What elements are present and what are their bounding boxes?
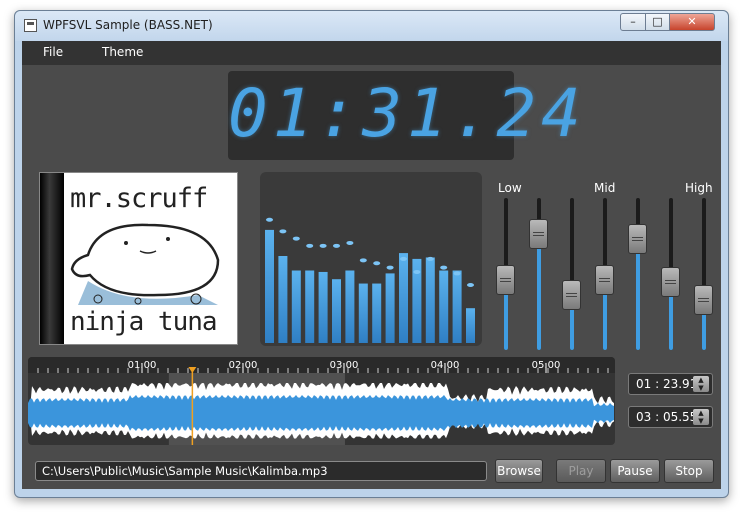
maximize-button[interactable]: □	[645, 13, 670, 31]
spectrum-peak	[400, 256, 407, 261]
spectrum-peak	[292, 236, 300, 241]
ruler-tick-label: 03:00	[330, 360, 359, 371]
whale-illustration	[70, 223, 220, 305]
spectrum-bar	[385, 273, 395, 343]
file-path-input[interactable]: C:\Users\Public\Music\Sample Music\Kalim…	[35, 461, 487, 481]
ruler-tick-label: 02:00	[229, 360, 258, 371]
current-time-field[interactable]: 01 : 23.91 ▲ ▼	[628, 373, 713, 395]
eq-slider-thumb[interactable]	[595, 265, 614, 296]
spectrum-bar	[318, 271, 328, 343]
spectrum-bar	[399, 253, 408, 343]
spectrum-peak	[467, 283, 474, 287]
spectrum-peak	[440, 265, 448, 270]
eq-slider-thumb[interactable]	[529, 219, 548, 250]
current-time-value: 01 : 23.91	[636, 377, 698, 391]
eq-label-low: Low	[498, 181, 522, 195]
album-cover-subtitle: ninja tuna	[70, 307, 218, 337]
spectrum-bar	[278, 256, 288, 343]
spectrum-peak	[266, 217, 273, 222]
spectrum-peak	[426, 256, 434, 261]
spectrum-bar	[466, 308, 475, 343]
eq-slider-thumb[interactable]	[628, 224, 647, 255]
eq-slider-track[interactable]	[702, 198, 706, 350]
waveform-timeline[interactable]: 01:00 02:00 03:00 04:00 05:00	[28, 357, 615, 445]
minimize-button[interactable]: –	[620, 13, 646, 31]
app-icon	[24, 19, 37, 32]
spectrum-bar	[425, 257, 435, 343]
eq-slider-fill	[636, 239, 640, 350]
spectrum-bar	[358, 283, 368, 343]
spectrum-analyzer	[260, 172, 482, 346]
spectrum-peak	[453, 271, 461, 276]
window-title: WPFSVL Sample (BASS.NET)	[43, 18, 213, 32]
close-button[interactable]: ✕	[669, 13, 715, 31]
total-time-spinner[interactable]: ▲ ▼	[693, 409, 709, 425]
ruler-tick-label: 01:00	[128, 360, 157, 371]
eq-label-mid: Mid	[594, 181, 616, 195]
eq-slider-fill	[537, 234, 541, 350]
total-time-value: 03 : 05.55	[636, 410, 698, 424]
spectrum-peak	[346, 240, 354, 245]
stop-button[interactable]: Stop	[664, 459, 714, 483]
play-button[interactable]: Play	[556, 459, 606, 483]
eq-slider-thumb[interactable]	[562, 280, 581, 311]
pause-button[interactable]: Pause	[610, 459, 660, 483]
spectrum-bar	[372, 283, 382, 343]
browse-button[interactable]: Browse	[495, 459, 543, 483]
menu-file[interactable]: File	[43, 45, 63, 59]
spectrum-bar	[291, 270, 301, 343]
spectrum-peak	[359, 258, 367, 263]
spectrum-bar	[439, 270, 449, 343]
spectrum-peak	[279, 229, 287, 234]
current-time-spinner[interactable]: ▲ ▼	[693, 376, 709, 392]
eq-slider-thumb[interactable]	[496, 265, 515, 296]
spectrum-peak	[319, 243, 327, 248]
digital-clock: 01:31.24	[228, 71, 586, 160]
ruler-tick-label: 05:00	[532, 360, 561, 371]
cd-case-spine	[40, 173, 64, 344]
timeline-ruler[interactable]	[28, 357, 615, 373]
spectrum-peak	[413, 269, 421, 274]
clock-display: 01:31.24	[228, 75, 586, 152]
client-area: File Theme 01:31.24 mr.scruff ninja tuna…	[22, 41, 721, 489]
spectrum-bar	[332, 279, 341, 343]
waveform[interactable]: 01:00 02:00 03:00 04:00 05:00	[28, 357, 615, 445]
spectrum-bar	[345, 270, 355, 343]
eq-slider-thumb[interactable]	[661, 266, 680, 297]
eq-slider-track[interactable]	[570, 198, 574, 350]
eq-label-high: High	[685, 181, 713, 195]
spectrum-peak	[386, 265, 394, 270]
total-time-field[interactable]: 03 : 05.55 ▲ ▼	[628, 406, 713, 428]
file-path-text: C:\Users\Public\Music\Sample Music\Kalim…	[42, 464, 328, 478]
spectrum-peak	[306, 243, 314, 248]
menu-theme[interactable]: Theme	[102, 45, 143, 59]
spectrum-bar	[305, 270, 315, 343]
eq-slider-track[interactable]	[636, 198, 640, 350]
ruler-tick-label: 04:00	[431, 360, 460, 371]
title-bar[interactable]: WPFSVL Sample (BASS.NET) – □ ✕	[15, 11, 728, 41]
album-cover-title: mr.scruff	[70, 183, 208, 214]
spectrum-peak	[373, 261, 381, 266]
spectrum-peak	[333, 243, 340, 248]
menu-bar: File Theme	[22, 41, 721, 65]
spectrum-bar	[265, 229, 274, 343]
spectrum-bar	[452, 270, 462, 343]
app-window: WPFSVL Sample (BASS.NET) – □ ✕ File Them…	[14, 10, 729, 498]
album-art: mr.scruff ninja tuna	[39, 172, 238, 345]
eq-slider-thumb[interactable]	[694, 284, 713, 315]
